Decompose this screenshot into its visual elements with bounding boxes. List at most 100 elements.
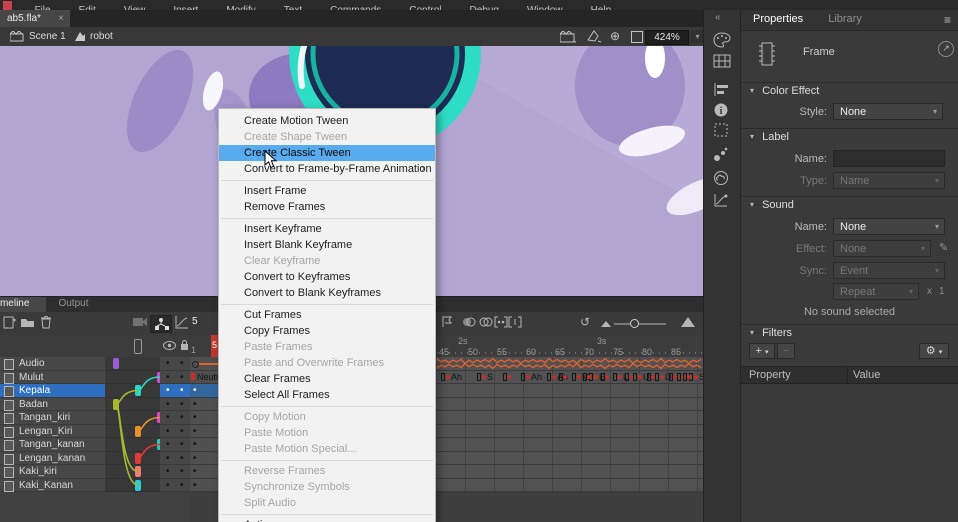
frame-cell-start[interactable]: • <box>190 452 218 466</box>
parent-color-bar[interactable] <box>113 358 119 369</box>
section-sound[interactable]: ▾ Sound <box>741 196 958 214</box>
motion-graph-icon[interactable] <box>713 192 731 208</box>
collapse-panels-icon[interactable]: « <box>715 12 721 23</box>
frame-area[interactable] <box>437 398 703 412</box>
new-folder-icon[interactable] <box>20 315 36 331</box>
layer-visibility-lock[interactable]: •• <box>160 438 190 452</box>
menu-item-insert-keyframe[interactable]: Insert Keyframe <box>219 221 435 237</box>
parent-color-bar[interactable] <box>135 453 141 464</box>
breadcrumb-symbol[interactable]: robot <box>90 27 113 46</box>
audio-waveform[interactable] <box>437 357 703 371</box>
breadcrumb-scene[interactable]: Scene 1 <box>29 27 66 46</box>
show-parenting-view-icon[interactable] <box>150 315 172 333</box>
menu-item-clear-frames[interactable]: Clear Frames <box>219 371 435 387</box>
frame-cell-start[interactable]: • <box>190 411 218 425</box>
style-dropdown[interactable]: None ▾ <box>833 103 943 120</box>
menu-item-cut-frames[interactable]: Cut Frames <box>219 307 435 323</box>
sound-name-dropdown[interactable]: None ▾ <box>833 218 945 235</box>
menu-item-create-motion-tween[interactable]: Create Motion Tween <box>219 113 435 129</box>
layer-visibility-lock[interactable]: •• <box>160 452 190 466</box>
layer-visibility-lock[interactable]: •• <box>160 465 190 479</box>
menu-item-convert-to-keyframes[interactable]: Convert to Keyframes <box>219 269 435 285</box>
eye-icon[interactable] <box>163 341 176 350</box>
layer-visibility-lock[interactable]: •• <box>160 425 190 439</box>
document-tab[interactable]: ab5.fla* × <box>0 10 70 27</box>
filter-options-button[interactable]: ⚙ ▾ <box>919 343 949 359</box>
timeline-zoom-track[interactable] <box>614 323 666 325</box>
frame-cell-start[interactable]: • <box>190 398 218 412</box>
align-icon[interactable] <box>713 82 731 98</box>
frame-area[interactable] <box>437 384 703 398</box>
parent-color-bar[interactable] <box>135 426 141 437</box>
close-icon[interactable]: × <box>58 10 64 27</box>
frame-area[interactable]: AhSAhAhMELUhDS <box>437 371 703 385</box>
parent-color-bar[interactable] <box>135 385 141 396</box>
section-color-effect[interactable]: ▾ Color Effect <box>741 82 958 100</box>
timeline-zoom-slider[interactable] <box>630 319 639 328</box>
lock-icon[interactable] <box>180 340 189 351</box>
layer-visibility-lock[interactable]: •• <box>160 479 190 493</box>
frame-cell-start[interactable]: • <box>190 425 218 439</box>
frame-area[interactable] <box>437 438 703 452</box>
layer-visibility-lock[interactable]: •• <box>160 384 190 398</box>
layer-visibility-lock[interactable]: •• <box>160 357 190 371</box>
camera-icon[interactable] <box>132 315 148 331</box>
brush-particles-icon[interactable] <box>713 146 731 162</box>
edit-scene-icon[interactable] <box>560 31 576 43</box>
cc-libraries-icon[interactable] <box>713 170 731 186</box>
frame-cell-start[interactable] <box>190 357 218 371</box>
new-layer-icon[interactable] <box>2 315 18 331</box>
layer-visibility-lock[interactable]: •• <box>160 398 190 412</box>
frame-area[interactable] <box>437 452 703 466</box>
tab-output[interactable]: Output <box>50 297 96 313</box>
layer-visibility-lock[interactable]: •• <box>160 411 190 425</box>
frame-cell-start[interactable]: • <box>190 465 218 479</box>
convert-to-symbol-icon[interactable]: ↗ <box>938 41 954 57</box>
swatches-icon[interactable] <box>713 54 731 70</box>
menu-item-create-classic-tween[interactable]: Create Classic Tween <box>219 145 435 161</box>
menu-item-select-all-frames[interactable]: Select All Frames <box>219 387 435 403</box>
center-frame-icon[interactable] <box>440 315 456 331</box>
playhead[interactable]: 5 <box>211 335 218 357</box>
parent-color-bar[interactable] <box>135 480 141 491</box>
tab-properties[interactable]: Properties <box>741 10 813 25</box>
frame-area[interactable] <box>437 411 703 425</box>
parent-color-bar[interactable] <box>113 399 119 410</box>
center-stage-icon[interactable]: ⊕ <box>610 29 620 43</box>
frame-cell-start[interactable]: • <box>190 438 218 452</box>
modify-markers-icon[interactable] <box>508 315 524 331</box>
frame-cell-start[interactable]: • <box>190 479 218 493</box>
menu-item-copy-frames[interactable]: Copy Frames <box>219 323 435 339</box>
add-filter-button[interactable]: + ▾ <box>749 343 775 359</box>
info-icon[interactable]: i <box>713 102 731 118</box>
tab-timeline[interactable]: Timeline <box>0 297 46 313</box>
onion-skin-icon[interactable] <box>462 315 478 331</box>
transform-icon[interactable] <box>713 122 731 138</box>
onion-skin-outlines-icon[interactable] <box>479 315 495 331</box>
label-name-input[interactable] <box>833 150 945 167</box>
frame-cell-start[interactable]: Neutral <box>190 371 218 385</box>
frame-area[interactable] <box>437 425 703 439</box>
easing-graph-icon[interactable] <box>174 315 190 331</box>
frame-area[interactable] <box>437 479 703 493</box>
frame-cell-start[interactable]: • <box>190 384 218 398</box>
clip-content-icon[interactable] <box>631 31 643 43</box>
edit-sound-envelope-icon[interactable]: ✎ <box>939 241 948 254</box>
menu-item-insert-blank-keyframe[interactable]: Insert Blank Keyframe <box>219 237 435 253</box>
stage-zoom-value[interactable]: 424% <box>645 30 689 45</box>
tab-library[interactable]: Library <box>816 10 872 25</box>
menu-item-convert-to-blank-keyframes[interactable]: Convert to Blank Keyframes <box>219 285 435 301</box>
delete-layer-icon[interactable] <box>40 315 56 331</box>
color-palette-icon[interactable] <box>713 32 731 48</box>
edit-symbols-icon[interactable] <box>586 30 602 43</box>
frame-area[interactable] <box>437 465 703 479</box>
menu-item-convert-to-frame-by-frame-animation[interactable]: Convert to Frame-by-Frame Animation› <box>219 161 435 177</box>
panel-menu-icon[interactable]: ≡ <box>944 13 951 27</box>
section-label[interactable]: ▾ Label <box>741 128 958 146</box>
menu-item-remove-frames[interactable]: Remove Frames <box>219 199 435 215</box>
section-filters[interactable]: ▾ Filters <box>741 324 958 342</box>
menu-item-insert-frame[interactable]: Insert Frame <box>219 183 435 199</box>
menu-item-actions[interactable]: Actions <box>219 517 435 522</box>
reset-timeline-zoom-icon[interactable]: ↺ <box>580 315 596 331</box>
parent-color-bar[interactable] <box>135 466 141 477</box>
